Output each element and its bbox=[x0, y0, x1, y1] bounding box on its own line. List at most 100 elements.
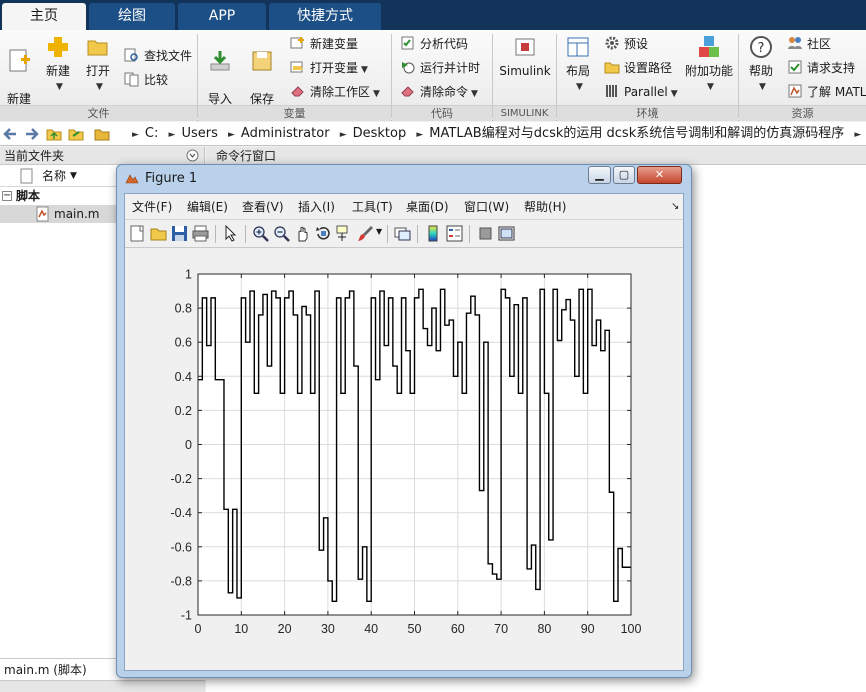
addons-icon bbox=[699, 36, 719, 57]
chevron-right-icon: ► bbox=[132, 130, 139, 140]
back-arrow-icon[interactable] bbox=[2, 126, 18, 142]
clear-workspace-button[interactable]: 清除工作区 ▼ bbox=[290, 82, 380, 102]
rotate-icon[interactable] bbox=[315, 225, 332, 242]
simulink-button[interactable]: Simulink bbox=[498, 34, 552, 78]
open-button[interactable]: 打开 ▼ bbox=[80, 34, 116, 94]
chevron-down-icon[interactable]: ▼ bbox=[376, 227, 382, 236]
simulink-icon bbox=[515, 38, 535, 56]
breadcrumb-item[interactable]: Users bbox=[181, 126, 217, 141]
line-chart[interactable]: 0 10 20 30 40 50 60 70 80 90 100-1-0.8-0.6-0.4-0.2… bbox=[125, 249, 683, 670]
community-icon bbox=[788, 37, 802, 49]
find-files-button[interactable]: 查找文件 bbox=[124, 46, 192, 66]
menu-desktop[interactable]: 桌面(D) bbox=[406, 194, 449, 220]
set-path-button[interactable]: 设置路径 bbox=[604, 58, 672, 78]
data-cursor-icon[interactable] bbox=[336, 225, 353, 242]
clear-commands-button[interactable]: 清除命令 ▼ bbox=[400, 82, 478, 102]
parallel-icon bbox=[606, 85, 617, 97]
layout-button[interactable]: 布局 ▼ bbox=[560, 34, 596, 94]
print-icon[interactable] bbox=[192, 225, 209, 242]
section-label-resources: 资源 bbox=[739, 105, 866, 121]
chevron-down-icon: ▼ bbox=[707, 82, 714, 92]
section-label-file: 文件 bbox=[0, 105, 197, 121]
x-tick-label: 30 bbox=[321, 622, 335, 636]
chevron-down-icon: ▼ bbox=[56, 82, 63, 92]
compare-icon bbox=[124, 72, 139, 87]
maximize-button[interactable]: ▢ bbox=[613, 166, 635, 184]
open-variable-button[interactable]: 打开变量 ▼ bbox=[290, 58, 368, 78]
colorbar-icon[interactable] bbox=[425, 225, 442, 242]
save-icon[interactable] bbox=[171, 225, 188, 242]
menu-window[interactable]: 窗口(W) bbox=[464, 194, 509, 220]
gear-icon bbox=[605, 36, 619, 50]
learn-matlab-button[interactable]: 了解 MATLAB bbox=[787, 82, 866, 102]
save-workspace-icon bbox=[252, 51, 272, 71]
tab-apps[interactable]: APP bbox=[178, 3, 266, 30]
chevron-down-icon: ▼ bbox=[373, 89, 380, 99]
analyze-code-button[interactable]: 分析代码 bbox=[400, 34, 468, 54]
brush-icon[interactable] bbox=[357, 225, 374, 242]
open-file-icon[interactable] bbox=[150, 225, 167, 242]
tab-plots[interactable]: 绘图 bbox=[89, 3, 175, 30]
figure-window: Figure 1 ▁ ▢ ✕ 文件(F) 编辑(E) 查看(V) 插入(I) 工… bbox=[116, 164, 692, 678]
pointer-icon[interactable] bbox=[222, 225, 239, 242]
breadcrumb-item[interactable]: Administrator bbox=[241, 126, 330, 141]
panel-menu-icon[interactable] bbox=[186, 149, 199, 162]
matlab-logo-icon bbox=[125, 174, 139, 184]
browse-folder-icon[interactable] bbox=[68, 126, 84, 142]
show-plot-tools-icon[interactable] bbox=[498, 225, 515, 242]
section-label-environment: 环境 bbox=[557, 105, 738, 121]
minimize-button[interactable]: ▁ bbox=[588, 166, 611, 184]
up-folder-icon[interactable] bbox=[46, 126, 62, 142]
tab-shortcuts[interactable]: 快捷方式 bbox=[269, 3, 381, 30]
legend-icon[interactable] bbox=[446, 225, 463, 242]
menu-view[interactable]: 查看(V) bbox=[242, 194, 284, 220]
plot-area[interactable]: 0 10 20 30 40 50 60 70 80 90 100 -1 -0.8 -0.6 -0.4 -0.2… bbox=[125, 249, 683, 670]
figure-title-bar[interactable]: Figure 1 ▁ ▢ ✕ bbox=[117, 165, 691, 193]
preferences-button[interactable]: 预设 bbox=[604, 34, 648, 54]
name-column-header[interactable]: 名称 bbox=[42, 165, 66, 187]
hide-plot-tools-icon[interactable] bbox=[477, 225, 494, 242]
menu-edit[interactable]: 编辑(E) bbox=[187, 194, 228, 220]
command-window-title: 命令行窗口 bbox=[206, 147, 866, 165]
chevron-right-icon: ► bbox=[416, 130, 424, 140]
forward-arrow-icon[interactable] bbox=[24, 126, 40, 142]
breadcrumb-item[interactable]: MATLAB编程对与dcsk的运用 dcsk系统信号调制和解调的仿真源码程序 bbox=[429, 126, 844, 141]
new-button[interactable]: 新建 ▼ bbox=[40, 34, 76, 94]
menu-dock-arrow-icon[interactable]: ↘ bbox=[671, 194, 679, 220]
menu-file[interactable]: 文件(F) bbox=[132, 194, 172, 220]
tab-home[interactable]: 主页 bbox=[2, 3, 86, 30]
request-support-button[interactable]: 请求支持 bbox=[787, 58, 855, 78]
breadcrumb-item[interactable]: Desktop bbox=[353, 126, 407, 141]
zoom-in-icon[interactable] bbox=[252, 225, 269, 242]
close-icon: ✕ bbox=[654, 168, 665, 181]
new-figure-icon[interactable] bbox=[129, 225, 146, 242]
new-script-icon bbox=[9, 49, 30, 72]
parallel-button[interactable]: Parallel ▼ bbox=[604, 82, 678, 102]
pan-icon[interactable] bbox=[294, 225, 311, 242]
current-folder-title: 当前文件夹 bbox=[4, 149, 65, 163]
set-path-icon bbox=[604, 62, 620, 74]
open-folder-icon bbox=[87, 40, 108, 56]
menu-tools[interactable]: 工具(T) bbox=[352, 194, 393, 220]
toolbar-separator bbox=[387, 225, 388, 243]
menu-insert[interactable]: 插入(I) bbox=[298, 194, 335, 220]
analyze-code-label: 分析代码 bbox=[420, 37, 469, 51]
addons-button[interactable]: 附加功能 ▼ bbox=[684, 34, 734, 94]
run-and-time-button[interactable]: 运行并计时 bbox=[400, 58, 480, 78]
help-button[interactable]: ? 帮助 ▼ bbox=[744, 34, 778, 94]
new-variable-button[interactable]: 新建变量 bbox=[290, 34, 358, 54]
menu-help[interactable]: 帮助(H) bbox=[524, 194, 566, 220]
current-folder-title-bar: 当前文件夹 bbox=[0, 147, 204, 165]
zoom-out-icon[interactable] bbox=[273, 225, 290, 242]
file-name: main.m bbox=[54, 207, 100, 221]
close-button[interactable]: ✕ bbox=[637, 166, 682, 184]
collapse-icon[interactable]: − bbox=[2, 191, 12, 201]
chevron-down-icon: ▼ bbox=[361, 65, 368, 75]
x-tick-label: 60 bbox=[451, 622, 465, 636]
learn-matlab-icon bbox=[788, 84, 802, 98]
community-button[interactable]: 社区 bbox=[787, 34, 831, 54]
compare-button[interactable]: 比较 bbox=[124, 70, 168, 90]
link-icon[interactable] bbox=[394, 225, 411, 242]
breadcrumb-item[interactable]: C: bbox=[145, 126, 158, 141]
open-variable-label: 打开变量 bbox=[310, 61, 359, 75]
